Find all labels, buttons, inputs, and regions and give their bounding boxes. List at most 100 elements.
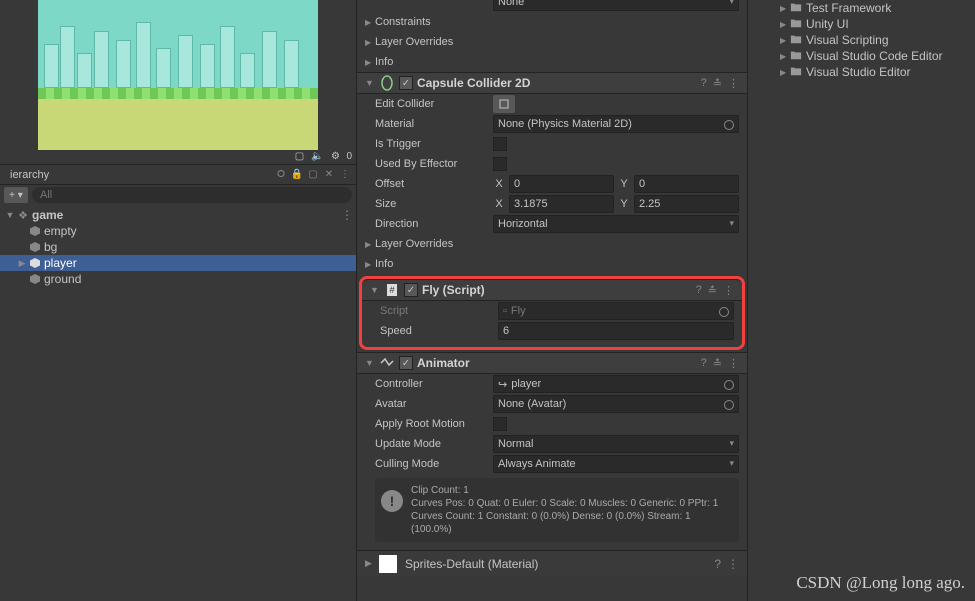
- project-label: Test Framework: [806, 1, 891, 15]
- project-item[interactable]: ▶Test Framework: [756, 0, 967, 16]
- gameobject-icon: [28, 256, 42, 270]
- is-trigger-label: Is Trigger: [375, 138, 493, 150]
- project-item[interactable]: ▶Visual Studio Code Editor: [756, 48, 967, 64]
- foldout-icon[interactable]: ▶: [365, 58, 375, 67]
- edit-collider-button[interactable]: [493, 95, 515, 113]
- layer-overrides-label[interactable]: Layer Overrides: [375, 238, 493, 250]
- apply-root-checkbox[interactable]: [493, 417, 507, 431]
- info-label[interactable]: Info: [375, 56, 493, 68]
- offset-y-input[interactable]: 0: [634, 175, 739, 193]
- foldout-icon[interactable]: ▼: [370, 285, 380, 295]
- foldout-icon[interactable]: ▶: [365, 240, 375, 249]
- hierarchy-tab[interactable]: ierarchy: [4, 167, 55, 183]
- project-item[interactable]: ▶Visual Studio Editor: [756, 64, 967, 80]
- preset-icon[interactable]: ≛: [708, 284, 717, 297]
- size-x-input[interactable]: 3.1875: [509, 195, 614, 213]
- create-dropdown[interactable]: + ▾: [4, 187, 28, 203]
- update-mode-dropdown[interactable]: Normal: [493, 435, 739, 453]
- gameobject-icon: [28, 272, 42, 286]
- panel-close-icon[interactable]: ✕: [322, 168, 336, 182]
- help-icon[interactable]: ?: [701, 357, 707, 369]
- watermark: CSDN @Long long ago.: [796, 573, 965, 593]
- used-by-effector-label: Used By Effector: [375, 158, 493, 170]
- animator-info-box: ! Clip Count: 1 Curves Pos: 0 Quat: 0 Eu…: [375, 478, 739, 542]
- help-icon[interactable]: ?: [696, 284, 702, 296]
- avatar-field[interactable]: None (Avatar): [493, 395, 739, 413]
- tree-item-empty[interactable]: empty: [0, 223, 356, 239]
- animator-info-text: Clip Count: 1 Curves Pos: 0 Quat: 0 Eule…: [411, 484, 733, 536]
- speed-input[interactable]: 6: [498, 322, 734, 340]
- project-label: Visual Studio Editor: [806, 65, 911, 79]
- component-header-animator[interactable]: ▼ ✓ Animator ? ≛ ⋮: [357, 352, 747, 374]
- project-item[interactable]: ▶Unity UI: [756, 16, 967, 32]
- update-mode-label: Update Mode: [375, 438, 493, 450]
- layer-overrides-label[interactable]: Layer Overrides: [375, 36, 493, 48]
- context-menu-icon[interactable]: ⋮: [727, 557, 739, 571]
- foldout-icon[interactable]: ▶: [365, 260, 375, 269]
- tree-item-bg[interactable]: bg: [0, 239, 356, 255]
- preview-camera-icon[interactable]: ▢: [292, 149, 306, 163]
- component-enable-checkbox[interactable]: ✓: [404, 283, 418, 297]
- tree-item-player[interactable]: ▶ player: [0, 255, 356, 271]
- scene-context-icon[interactable]: ⋮: [338, 208, 356, 222]
- foldout-icon[interactable]: ▼: [365, 78, 375, 88]
- object-picker-icon[interactable]: [724, 380, 734, 390]
- foldout-icon[interactable]: ▶: [365, 18, 375, 27]
- tree-label: player: [44, 256, 77, 270]
- help-icon[interactable]: ?: [714, 557, 721, 571]
- scene-name: game: [32, 208, 63, 222]
- preset-icon[interactable]: ≛: [713, 357, 722, 370]
- hierarchy-search-input[interactable]: [32, 187, 352, 203]
- context-menu-icon[interactable]: ⋮: [728, 357, 739, 370]
- scene-row[interactable]: ▼ ❖ game ⋮: [0, 207, 356, 223]
- inspector-panel: None ▶Constraints ▶Layer Overrides ▶Info…: [356, 0, 748, 601]
- foldout-icon[interactable]: ▶: [365, 558, 375, 569]
- foldout-icon[interactable]: ▼: [365, 358, 375, 368]
- preset-icon[interactable]: ≛: [713, 77, 722, 90]
- component-header-fly[interactable]: ▼ # ✓ Fly (Script) ? ≛ ⋮: [362, 279, 742, 301]
- help-icon[interactable]: ?: [701, 77, 707, 89]
- tree-item-ground[interactable]: ground: [0, 271, 356, 287]
- culling-mode-dropdown[interactable]: Always Animate: [493, 455, 739, 473]
- material-field[interactable]: None (Physics Material 2D): [493, 115, 739, 133]
- interpolate-dropdown[interactable]: None: [493, 0, 739, 11]
- object-picker-icon: [719, 307, 729, 317]
- apply-root-label: Apply Root Motion: [375, 418, 493, 430]
- tree-label: ground: [44, 272, 81, 286]
- folder-icon: [790, 17, 804, 32]
- is-trigger-checkbox[interactable]: [493, 137, 507, 151]
- size-y-input[interactable]: 2.25: [634, 195, 739, 213]
- direction-dropdown[interactable]: Horizontal: [493, 215, 739, 233]
- info-label[interactable]: Info: [375, 258, 493, 270]
- size-label: Size: [375, 198, 493, 210]
- offset-x-input[interactable]: 0: [509, 175, 614, 193]
- project-item[interactable]: ▶Visual Scripting: [756, 32, 967, 48]
- component-header-capsule[interactable]: ▼ ✓ Capsule Collider 2D ? ≛ ⋮: [357, 72, 747, 94]
- object-picker-icon[interactable]: [724, 120, 734, 130]
- script-icon: #: [384, 282, 400, 298]
- preview-audio-icon[interactable]: 🔈: [310, 149, 324, 163]
- used-by-effector-checkbox[interactable]: [493, 157, 507, 171]
- script-field: ▫Fly: [498, 302, 734, 320]
- culling-mode-label: Culling Mode: [375, 458, 493, 470]
- preview-gizmo-icon[interactable]: ⚙: [328, 149, 342, 163]
- panel-lock2-icon[interactable]: 🔒: [290, 168, 304, 182]
- object-picker-icon[interactable]: [724, 400, 734, 410]
- panel-max-icon[interactable]: ▢: [306, 168, 320, 182]
- component-enable-checkbox[interactable]: ✓: [399, 356, 413, 370]
- context-menu-icon[interactable]: ⋮: [728, 77, 739, 90]
- constraints-label[interactable]: Constraints: [375, 16, 493, 28]
- panel-lock-icon[interactable]: ⭘: [274, 168, 288, 182]
- controller-field[interactable]: ↪player: [493, 375, 739, 393]
- foldout-icon[interactable]: ▶: [365, 38, 375, 47]
- component-title: Animator: [417, 356, 701, 370]
- context-menu-icon[interactable]: ⋮: [723, 284, 734, 297]
- script-label: Script: [380, 305, 498, 317]
- material-row[interactable]: ▶ Sprites-Default (Material) ? ⋮: [357, 550, 747, 576]
- panel-menu-icon[interactable]: ⋮: [338, 168, 352, 182]
- speed-label: Speed: [380, 325, 498, 337]
- info-icon: !: [381, 490, 403, 512]
- material-label: Material: [375, 118, 493, 130]
- unity-icon: ❖: [16, 208, 30, 222]
- component-enable-checkbox[interactable]: ✓: [399, 76, 413, 90]
